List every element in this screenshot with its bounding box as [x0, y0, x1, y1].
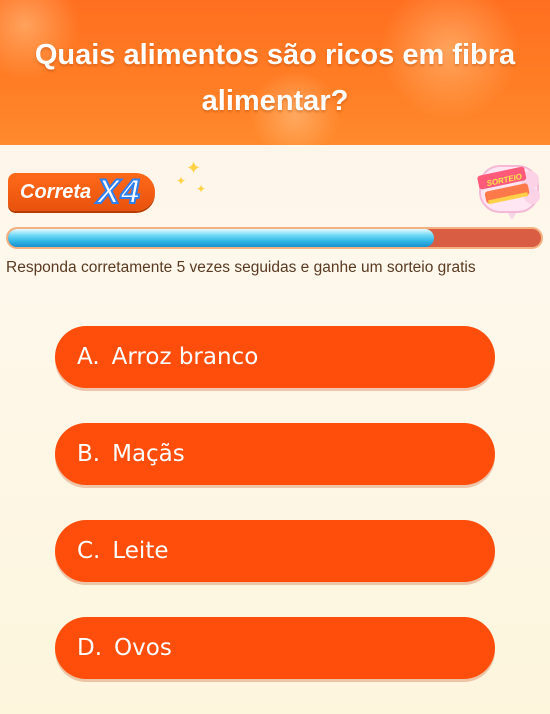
option-text: Maçãs — [112, 441, 185, 467]
question-text: Quais alimentos são ricos em fibra alime… — [34, 39, 516, 117]
option-text: Ovos — [114, 635, 172, 661]
option-letter: B. — [77, 441, 101, 467]
sparkle-icon: ✦ — [176, 174, 187, 188]
sparkle-icon: ✦ — [186, 158, 202, 178]
option-a-button[interactable]: A. Arroz branco — [55, 326, 495, 388]
lottery-ticket-icon: SORTEIO — [477, 165, 540, 220]
answer-options: A. Arroz branco B. Maçãs C. Leite D. Ovo… — [55, 326, 495, 714]
sparkle-icon: ✦ — [196, 182, 207, 196]
option-letter: D. — [77, 635, 103, 661]
reward-hint: Responda corretamente 5 vezes seguidas e… — [6, 259, 476, 276]
streak-badge: Correta X4 — [8, 172, 155, 212]
streak-label: Correta — [20, 180, 92, 203]
option-letter: A. — [77, 344, 100, 370]
option-d-button[interactable]: D. Ovos — [55, 617, 495, 679]
question-header: Quais alimentos são ricos em fibra alime… — [0, 0, 550, 145]
option-text: Leite — [112, 538, 169, 564]
streak-multiplier: X4 — [96, 172, 141, 212]
option-text: Arroz branco — [111, 344, 259, 370]
progress-fill — [8, 229, 435, 247]
option-c-button[interactable]: C. Leite — [55, 520, 495, 582]
option-b-button[interactable]: B. Maçãs — [55, 423, 495, 485]
streak-progress-bar — [6, 227, 543, 249]
option-letter: C. — [77, 538, 101, 564]
